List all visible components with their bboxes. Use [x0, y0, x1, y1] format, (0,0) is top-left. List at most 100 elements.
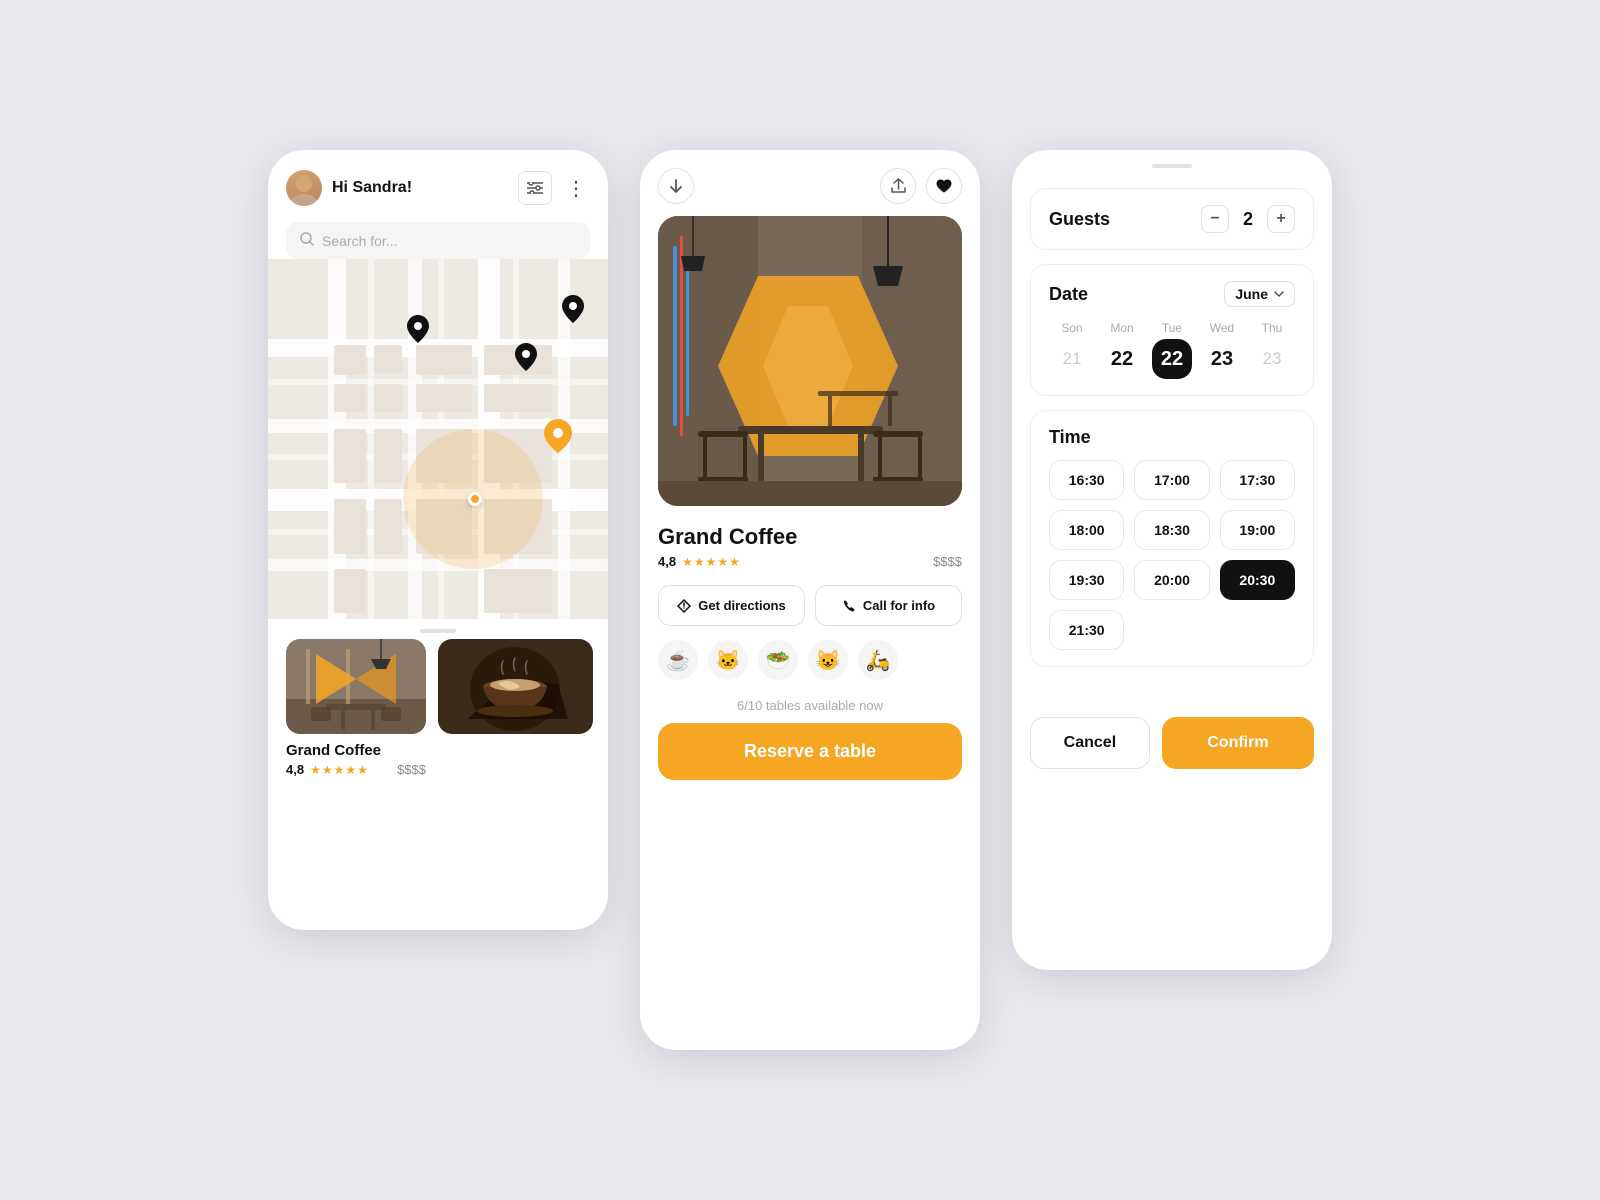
cafe-interior-art	[286, 639, 426, 734]
time-slot-1900[interactable]: 19:00	[1220, 510, 1295, 550]
card-rating-1: 4,8	[286, 762, 304, 777]
emoji-1: ☕	[658, 640, 698, 680]
greeting-text: Hi Sandra!	[332, 179, 508, 197]
cal-day-thu[interactable]: Thu 23	[1249, 321, 1295, 379]
cal-day-mon[interactable]: Mon 22	[1099, 321, 1145, 379]
screens-container: Hi Sandra! ⋮ Search	[268, 150, 1332, 1050]
day-num-23thu: 23	[1252, 339, 1292, 379]
time-slot-1930[interactable]: 19:30	[1049, 560, 1124, 600]
date-section: Date June Son 21 Mon 22	[1030, 264, 1314, 396]
scroll-indicator	[268, 619, 608, 639]
map-pin-1[interactable]	[407, 315, 429, 349]
time-slot-1630[interactable]: 16:30	[1049, 460, 1124, 500]
heart-icon	[936, 179, 952, 193]
reservation-body: Guests − 2 + Date June	[1012, 168, 1332, 701]
restaurant-meta: 4,8 ★ ★ ★ ★ ★ $$$$	[658, 554, 962, 569]
detail-action-buttons	[880, 168, 962, 204]
day-label-tue: Tue	[1162, 321, 1182, 335]
detail-star-2: ★	[694, 555, 705, 569]
phone-reservation-screen: Guests − 2 + Date June	[1012, 150, 1332, 970]
day-label-thu: Thu	[1262, 321, 1283, 335]
avatar	[286, 170, 322, 206]
cal-day-sun[interactable]: Son 21	[1049, 321, 1095, 379]
more-button[interactable]: ⋮	[562, 176, 590, 201]
share-button[interactable]	[880, 168, 916, 204]
star-3: ★	[334, 763, 345, 777]
restaurant-name: Grand Coffee	[658, 524, 962, 550]
emoji-2: 🐱	[708, 640, 748, 680]
time-slot-1730[interactable]: 17:30	[1220, 460, 1295, 500]
cal-day-wed[interactable]: Wed 23	[1199, 321, 1245, 379]
day-label-wed: Wed	[1210, 321, 1234, 335]
chevron-down-icon	[670, 179, 682, 193]
time-slot-2030[interactable]: 20:30	[1220, 560, 1295, 600]
availability-text: 6/10 tables available now	[658, 698, 962, 713]
detail-action-btns: Get directions Call for info	[658, 585, 962, 626]
star-4: ★	[345, 763, 356, 777]
guests-row: Guests − 2 +	[1049, 205, 1295, 233]
day-label-mon: Mon	[1110, 321, 1133, 335]
time-slot-1800[interactable]: 18:00	[1049, 510, 1124, 550]
phone-icon	[842, 599, 856, 613]
month-display: June	[1235, 286, 1268, 302]
emoji-3: 🥗	[758, 640, 798, 680]
day-num-22tue: 22	[1152, 339, 1192, 379]
user-emojis-row: ☕ 🐱 🥗 😺 🛵	[658, 640, 962, 680]
map-pin-orange[interactable]	[544, 419, 572, 459]
call-for-info-label: Call for info	[863, 598, 935, 613]
time-section: Time 16:30 17:00 17:30 18:00 18:30 19:00…	[1030, 410, 1314, 667]
favorite-button[interactable]	[926, 168, 962, 204]
detail-star-1: ★	[682, 555, 693, 569]
detail-price: $$$$	[933, 554, 962, 569]
phone-map-screen: Hi Sandra! ⋮ Search	[268, 150, 608, 930]
filter-button[interactable]	[518, 171, 552, 205]
map-area[interactable]	[268, 259, 608, 619]
time-label: Time	[1049, 427, 1091, 447]
date-header: Date June	[1049, 281, 1295, 307]
card-thumb-1	[286, 639, 426, 734]
star-1: ★	[310, 763, 321, 777]
avatar-image	[286, 170, 322, 206]
detail-star-4: ★	[717, 555, 728, 569]
emoji-5: 🛵	[858, 640, 898, 680]
card-thumb-2	[438, 639, 593, 734]
reservation-actions: Cancel Confirm	[1012, 701, 1332, 793]
cal-day-tue[interactable]: Tue 22	[1149, 321, 1195, 379]
map-pin-2[interactable]	[562, 295, 584, 329]
card-meta-1: 4,8 ★ ★ ★ ★ ★ $$$$	[286, 762, 426, 777]
month-selector[interactable]: June	[1224, 281, 1295, 307]
map-header: Hi Sandra! ⋮	[268, 150, 608, 216]
card-title-1: Grand Coffee	[286, 742, 426, 759]
time-slot-1830[interactable]: 18:30	[1134, 510, 1209, 550]
calendar-row: Son 21 Mon 22 Tue 22 Wed 23	[1049, 321, 1295, 379]
decrease-guests-button[interactable]: −	[1201, 205, 1229, 233]
time-slot-2000[interactable]: 20:00	[1134, 560, 1209, 600]
time-slot-2130[interactable]: 21:30	[1049, 610, 1124, 650]
restaurant-card-2[interactable]	[438, 639, 593, 777]
cancel-button[interactable]: Cancel	[1030, 717, 1150, 769]
restaurant-interior-image	[658, 216, 962, 506]
back-button[interactable]	[658, 168, 694, 204]
day-num-22mon: 22	[1102, 339, 1142, 379]
search-placeholder: Search for...	[322, 233, 397, 249]
filter-icon	[527, 182, 543, 194]
day-label-sun: Son	[1061, 321, 1082, 335]
call-for-info-button[interactable]: Call for info	[815, 585, 962, 626]
search-bar[interactable]: Search for...	[286, 222, 590, 259]
increase-guests-button[interactable]: +	[1267, 205, 1295, 233]
map-pin-3[interactable]	[515, 343, 537, 377]
get-directions-button[interactable]: Get directions	[658, 585, 805, 626]
day-num-21: 21	[1052, 339, 1092, 379]
day-num-23wed: 23	[1202, 339, 1242, 379]
restaurant-card-1[interactable]: Grand Coffee 4,8 ★ ★ ★ ★ ★ $$$$	[286, 639, 426, 777]
detail-header	[640, 150, 980, 216]
phone-detail-screen: Grand Coffee 4,8 ★ ★ ★ ★ ★ $$$$	[640, 150, 980, 1050]
guests-controls: − 2 +	[1201, 205, 1295, 233]
time-slot-1700[interactable]: 17:00	[1134, 460, 1209, 500]
guests-section: Guests − 2 +	[1030, 188, 1314, 250]
reserve-table-button[interactable]: Reserve a table	[658, 723, 962, 780]
share-icon	[891, 178, 906, 194]
date-label: Date	[1049, 284, 1088, 305]
card-stars-1: ★ ★ ★ ★ ★	[310, 763, 368, 777]
confirm-button[interactable]: Confirm	[1162, 717, 1314, 769]
